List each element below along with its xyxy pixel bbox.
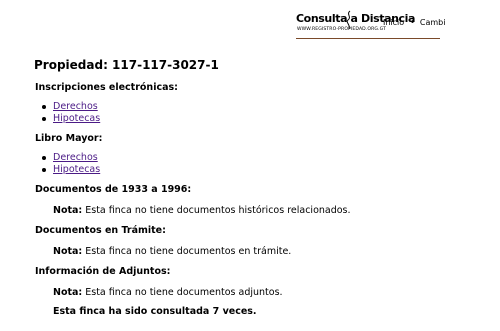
bullet-icon — [42, 168, 46, 172]
documentos-1933-note: Nota: Esta finca no tiene documentos his… — [53, 205, 351, 217]
libro-mayor-derechos-link[interactable]: Derechos — [53, 152, 98, 163]
inscripciones-derechos-link[interactable]: Derechos — [53, 101, 98, 112]
header-divider — [296, 38, 440, 39]
logo-subtitle: WWW.REGISTRO-PROPIEDAD.ORG.GT — [297, 27, 387, 32]
list-item: Hipotecas — [40, 164, 100, 176]
note-text: Esta finca no tiene documentos histórico… — [82, 205, 351, 216]
libro-mayor-heading: Libro Mayor: — [35, 133, 103, 144]
note-label: Nota: — [53, 246, 83, 257]
adjuntos-heading: Información de Adjuntos: — [35, 266, 171, 277]
documentos-tramite-note: Nota: Esta finca no tiene documentos en … — [53, 246, 291, 258]
bullet-icon — [42, 105, 46, 109]
bullet-icon — [42, 117, 46, 121]
libro-mayor-links: Derechos Hipotecas — [40, 152, 100, 176]
nav-inicio[interactable]: Inicio — [383, 18, 404, 27]
site-header: Consulta a Distancia WWW.REGISTRO-PROPIE… — [296, 10, 445, 40]
inscripciones-hipotecas-link[interactable]: Hipotecas — [53, 113, 100, 124]
list-item: Derechos — [40, 152, 100, 164]
note-label: Nota: — [53, 205, 83, 216]
consultation-count: Esta finca ha sido consultada 7 veces. — [53, 306, 257, 317]
inscripciones-heading: Inscripciones electrónicas: — [35, 82, 178, 93]
list-item: Hipotecas — [40, 113, 100, 125]
libro-mayor-hipotecas-link[interactable]: Hipotecas — [53, 164, 100, 175]
list-item: Derechos — [40, 101, 100, 113]
inscripciones-links: Derechos Hipotecas — [40, 101, 100, 125]
page-title: Propiedad: 117-117-3027-1 — [34, 58, 219, 72]
documentos-tramite-heading: Documentos en Trámite: — [35, 225, 166, 236]
nav-cambiar[interactable]: Cambi — [420, 18, 446, 27]
note-text: Esta finca no tiene documentos adjuntos. — [82, 287, 283, 298]
top-nav: Inicio • Cambi — [383, 18, 445, 27]
bullet-icon — [42, 156, 46, 160]
note-text: Esta finca no tiene documentos en trámit… — [82, 246, 292, 257]
documentos-1933-heading: Documentos de 1933 a 1996: — [35, 184, 192, 195]
logo[interactable]: Consulta a Distancia WWW.REGISTRO-PROPIE… — [296, 10, 415, 36]
nav-separator: • — [410, 18, 415, 27]
adjuntos-note: Nota: Esta finca no tiene documentos adj… — [53, 287, 283, 299]
note-label: Nota: — [53, 287, 83, 298]
